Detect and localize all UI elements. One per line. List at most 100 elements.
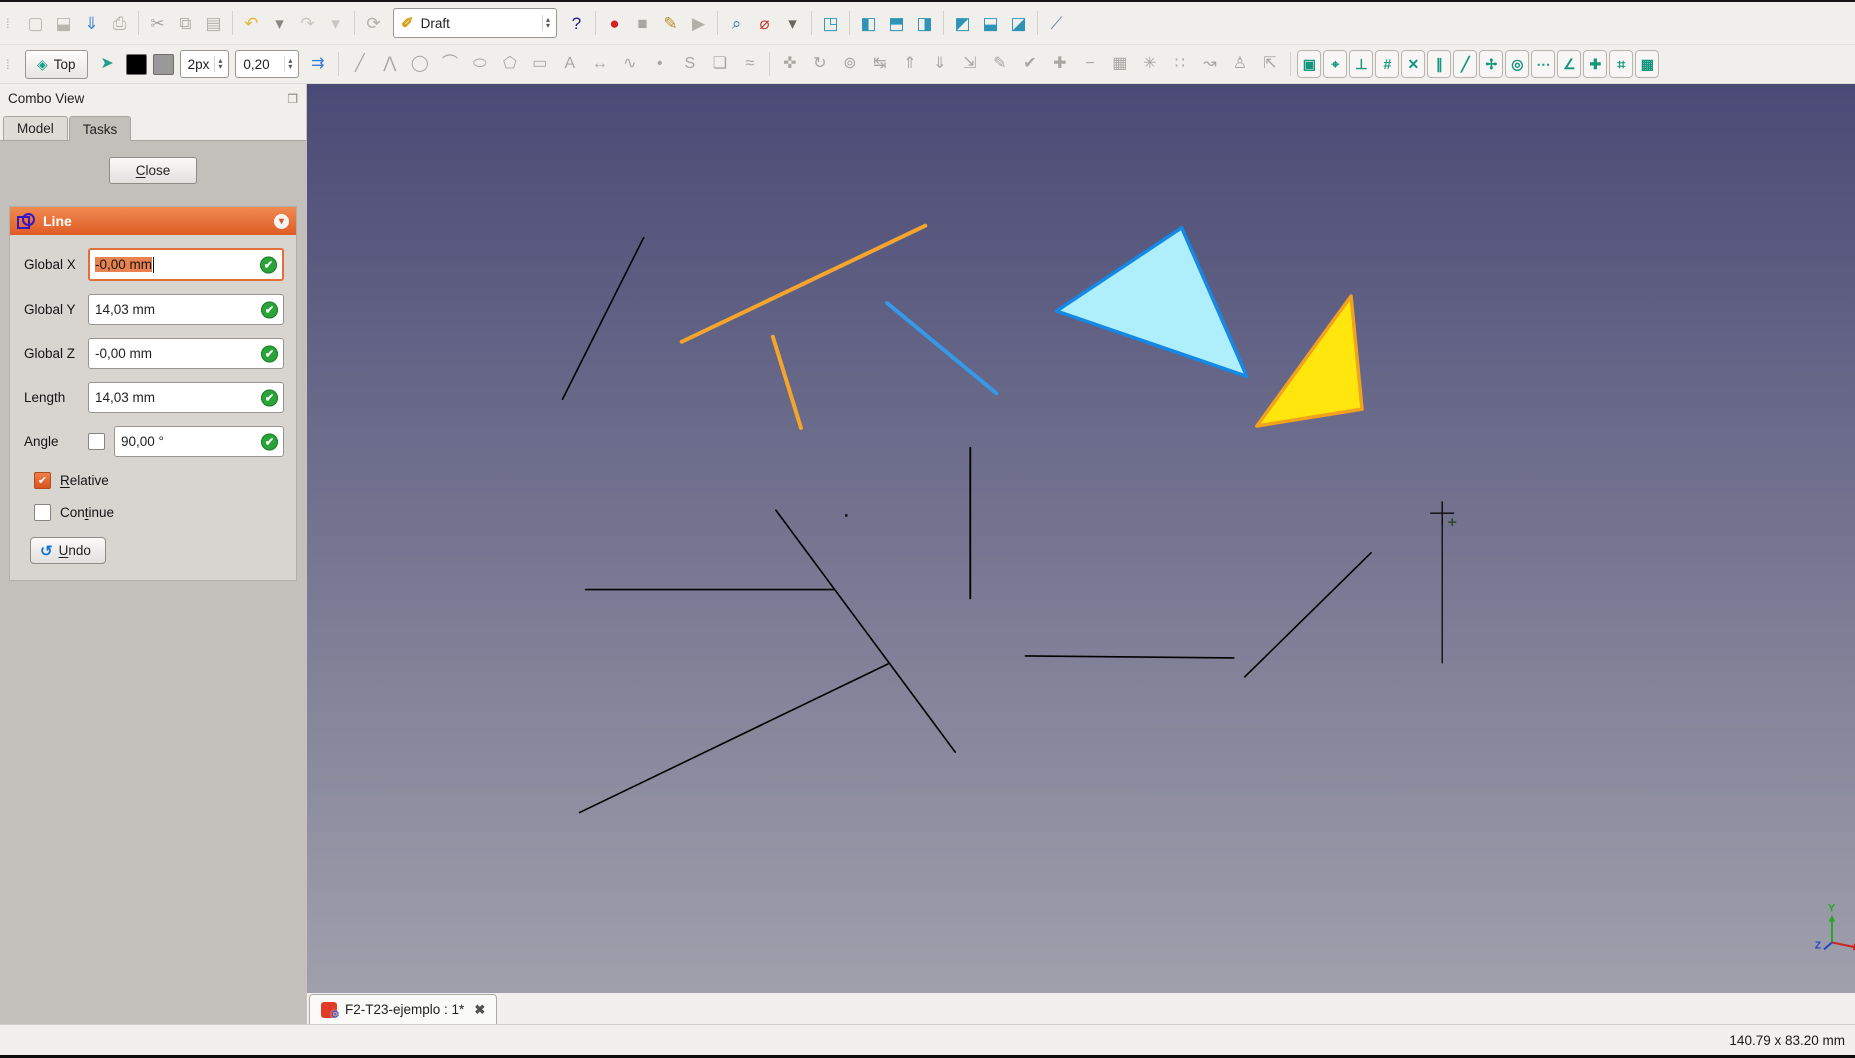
snap-perpendicular-icon[interactable]: ⊥	[1349, 50, 1374, 78]
draft-path-array-icon[interactable]: ↝	[1195, 51, 1224, 77]
working-plane-button[interactable]: ◈ Top	[25, 49, 88, 79]
draft-heal-icon[interactable]: ✔	[1015, 51, 1044, 77]
continue-checkbox[interactable]	[34, 504, 51, 521]
paste-icon[interactable]: ▤	[200, 10, 227, 37]
draft-dimension-tool-icon[interactable]: ↔	[585, 51, 614, 77]
view-rear-icon[interactable]: ◩	[949, 10, 976, 37]
refresh-icon[interactable]: ⟳	[360, 10, 387, 37]
spinner-arrows-icon[interactable]: ▴ ▾	[541, 15, 553, 31]
line-width-spinbox[interactable]: 2px ▴ ▾	[179, 50, 230, 78]
whats-this-icon[interactable]: ?	[563, 10, 590, 37]
snap-parallel-icon[interactable]: ∥	[1427, 50, 1452, 78]
new-document-icon[interactable]: ▢	[22, 10, 49, 37]
draft-delete-point-icon[interactable]: −	[1075, 51, 1104, 77]
document-tab[interactable]: ⚙ F2-T23-ejemplo : 1* ✖	[309, 994, 498, 1024]
draft-polygon-tool-icon[interactable]: ⬠	[495, 51, 524, 77]
draft-wire-tool-icon[interactable]: ⋀	[375, 51, 404, 77]
line-color-swatch[interactable]	[125, 53, 147, 75]
undo-dropdown-icon[interactable]: ▾	[266, 10, 293, 37]
view-top-icon[interactable]: ⬒	[883, 10, 910, 37]
redo-dropdown-icon[interactable]: ▾	[322, 10, 349, 37]
snap-near-icon[interactable]: ⋯	[1531, 50, 1556, 78]
spin-down-icon[interactable]: ▾	[288, 63, 292, 71]
snap-center-icon[interactable]: ◎	[1505, 50, 1530, 78]
undo-button[interactable]: ↺ Undo	[30, 537, 106, 564]
relative-checkbox[interactable]: ✔	[34, 472, 51, 489]
draw-style-dropdown-icon[interactable]: ▾	[779, 10, 806, 37]
field-input[interactable]: 14,03 mm ✔	[88, 294, 284, 325]
viewport-canvas[interactable]: YXZ	[307, 84, 1855, 993]
3d-viewport[interactable]: YXZ	[307, 84, 1855, 993]
draft-trimex-icon[interactable]: ↹	[865, 51, 894, 77]
face-color-swatch[interactable]	[152, 53, 174, 75]
view-axonometric-icon[interactable]: ◳	[817, 10, 844, 37]
measure-distance-icon[interactable]: ⟋	[1043, 10, 1070, 37]
macro-record-icon[interactable]: ●	[601, 10, 628, 37]
angle-checkbox[interactable]	[88, 433, 105, 450]
snap-grid-icon[interactable]: #	[1375, 50, 1400, 78]
print-icon[interactable]: ⎙	[106, 10, 133, 37]
draft-shapestring-tool-icon[interactable]: S	[675, 51, 704, 77]
tab-model[interactable]: Model	[3, 116, 68, 140]
zoom-fit-icon[interactable]: ⌕	[723, 10, 750, 37]
draft-downgrade-icon[interactable]: ⇓	[925, 51, 954, 77]
draft-arc-tool-icon[interactable]: ⌒	[435, 51, 464, 77]
snap-lock-icon[interactable]: ▣	[1297, 50, 1322, 78]
draft-line-tool-icon[interactable]: ╱	[345, 51, 374, 77]
close-document-icon[interactable]: ✖	[474, 1002, 485, 1018]
draft-shape2dview-icon[interactable]: ⇱	[1255, 51, 1284, 77]
macro-edit-icon[interactable]: ✎	[657, 10, 684, 37]
snap-ortho-icon[interactable]: ✚	[1583, 50, 1608, 78]
draft-point-tool-icon[interactable]: •	[645, 51, 674, 77]
draft-bezier-tool-icon[interactable]: ≈	[735, 51, 764, 77]
toolbar-handle[interactable]: ⁞	[6, 16, 16, 31]
spin-down-icon[interactable]: ▾	[546, 22, 550, 30]
toolbar-handle-2[interactable]: ⁞	[6, 57, 16, 72]
draft-rotate-icon[interactable]: ↻	[805, 51, 834, 77]
draft-bspline-tool-icon[interactable]: ∿	[615, 51, 644, 77]
view-bottom-icon[interactable]: ⬓	[977, 10, 1004, 37]
draft-text-tool-icon[interactable]: A	[555, 51, 584, 77]
float-panel-icon[interactable]: ❐	[287, 92, 298, 106]
macro-stop-icon[interactable]: ■	[629, 10, 656, 37]
workbench-selector[interactable]: ✐ Draft ▴ ▾	[393, 8, 557, 38]
view-front-icon[interactable]: ◧	[855, 10, 882, 37]
field-input[interactable]: 90,00 ° ✔	[114, 426, 284, 457]
draft-ellipse-tool-icon[interactable]: ⬭	[465, 51, 494, 77]
spin-down-icon[interactable]: ▾	[218, 63, 222, 71]
field-input[interactable]: -0,00 mm ✔	[88, 338, 284, 369]
macro-play-icon[interactable]: ▶	[685, 10, 712, 37]
cut-icon[interactable]: ✂	[144, 10, 171, 37]
tab-tasks[interactable]: Tasks	[68, 116, 132, 141]
save-document-icon[interactable]: ⇓	[78, 10, 105, 37]
draft-rectangle-tool-icon[interactable]: ▭	[525, 51, 554, 77]
draft-clone-icon[interactable]: ♙	[1225, 51, 1254, 77]
draw-style-icon[interactable]: ⌀	[751, 10, 778, 37]
text-scale-spinbox[interactable]: 0,20 ▴ ▾	[235, 50, 300, 78]
draft-add-point-icon[interactable]: ✚	[1045, 51, 1074, 77]
field-input[interactable]: -0,00 mm ✔	[88, 248, 284, 281]
draft-downgrade-solid-icon[interactable]: ▦	[1105, 51, 1134, 77]
snap-special-icon[interactable]: ⌗	[1609, 50, 1634, 78]
draft-facebinder-tool-icon[interactable]: ❏	[705, 51, 734, 77]
snap-working-plane-icon[interactable]: ▦	[1635, 50, 1660, 78]
autogroup-icon[interactable]: ➤	[93, 51, 122, 77]
line-width-arrows-icon[interactable]: ▴ ▾	[214, 56, 225, 72]
view-right-icon[interactable]: ◨	[911, 10, 938, 37]
draft-explode-icon[interactable]: ✳	[1135, 51, 1164, 77]
snap-angle-icon[interactable]: ∠	[1557, 50, 1582, 78]
collapse-section-icon[interactable]: ▾	[274, 213, 289, 229]
undo-icon[interactable]: ↶	[238, 10, 265, 37]
redo-icon[interactable]: ↷	[294, 10, 321, 37]
draft-move-icon[interactable]: ✜	[775, 51, 804, 77]
close-button[interactable]: Close	[109, 157, 197, 184]
snap-extension-icon[interactable]: ✢	[1479, 50, 1504, 78]
snap-endpoint-icon[interactable]: ⌖	[1323, 50, 1348, 78]
draft-upgrade-icon[interactable]: ⇑	[895, 51, 924, 77]
field-input[interactable]: 14,03 mm ✔	[88, 382, 284, 413]
view-left-icon[interactable]: ◪	[1005, 10, 1032, 37]
copy-icon[interactable]: ⧉	[172, 10, 199, 37]
draft-offset-icon[interactable]: ⊚	[835, 51, 864, 77]
draft-scale-icon[interactable]: ⇲	[955, 51, 984, 77]
open-document-icon[interactable]: ⬓	[50, 10, 77, 37]
